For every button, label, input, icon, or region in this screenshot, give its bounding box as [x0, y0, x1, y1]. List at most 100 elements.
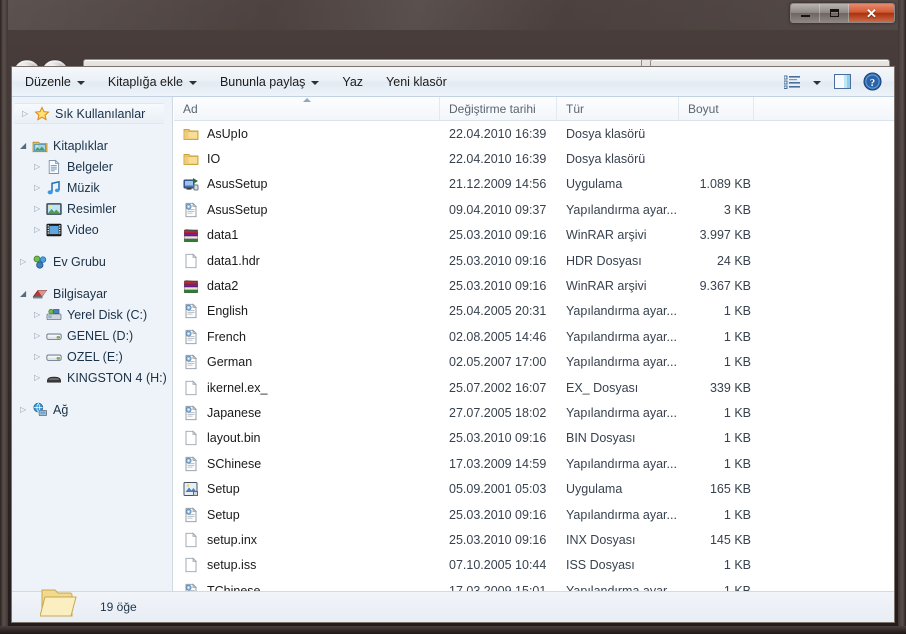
file-size-cell: 3.997 KB — [699, 228, 751, 243]
chevron-right-icon[interactable]: ▷ — [34, 310, 44, 319]
chevron-right-icon[interactable]: ▷ — [34, 331, 44, 340]
chevron-right-icon[interactable]: ▷ — [34, 225, 44, 234]
chevron-right-icon[interactable]: ▷ — [34, 183, 44, 192]
folder-icon — [183, 126, 199, 142]
file-type-cell: Yapılandırma ayar... — [566, 456, 677, 471]
sidebar-item-kitapl-klar[interactable]: ◢ Kitaplıklar — [12, 135, 172, 156]
file-name-cell: Setup — [174, 506, 440, 523]
sidebar-item-a[interactable]: ▷ Ağ — [12, 399, 172, 420]
help-button[interactable]: ? — [858, 70, 886, 94]
file-list-row[interactable]: ikernel.ex_ 25.07.2002 16:07 EX_ Dosyası 33… — [174, 375, 894, 400]
sidebar-item-m-zik[interactable]: ▷ Müzik — [12, 177, 172, 198]
file-list-row[interactable]: setup.inx 25.03.2010 09:16 INX Dosyası 145 … — [174, 527, 894, 552]
file-list-row[interactable]: AsusSetup 09.04.2010 09:37 Yapılandırma ay… — [174, 197, 894, 222]
toolbar-label: Yeni klasör — [386, 74, 447, 89]
file-date-cell: 25.03.2010 09:16 — [449, 507, 547, 522]
sidebar-item-s-k-kullan-lanlar[interactable]: ▷ Sık Kullanılanlar — [14, 103, 164, 124]
file-date-cell: 02.05.2007 17:00 — [449, 355, 547, 370]
chevron-right-icon[interactable]: ▷ — [34, 204, 44, 213]
file-list-row[interactable]: Japanese 27.07.2005 18:02 Yapılandırma aya… — [174, 400, 894, 425]
sidebar-item-bilgisayar[interactable]: ◢ Bilgisayar — [12, 283, 172, 304]
file-list-row[interactable]: IO 22.04.2010 16:39 Dosya klasörü — [174, 146, 894, 171]
column-header-date-modified[interactable]: Değiştirme tarihi — [440, 97, 557, 120]
sidebar-item-ozel-e[interactable]: ▷ OZEL (E:) — [12, 346, 172, 367]
explorer-client-area: Düzenle Kitaplığa ekle Bununla paylaş Ya… — [11, 66, 895, 623]
file-name-cell: French — [174, 329, 440, 345]
folder-icon — [183, 128, 199, 140]
chevron-down-icon — [76, 80, 85, 85]
toolbar-item-new-folder[interactable]: Yeni klasör — [376, 71, 457, 93]
chevron-right-icon[interactable]: ▷ — [34, 373, 44, 382]
close-button[interactable]: ✕ — [849, 4, 894, 22]
column-header-label: Boyut — [688, 101, 719, 116]
chevron-down-icon[interactable]: ◢ — [20, 289, 30, 298]
file-list-row[interactable]: setup.iss 07.10.2005 10:44 ISS Dosyası 1 KB — [174, 553, 894, 578]
view-options-button[interactable] — [778, 70, 806, 94]
file-list-row[interactable]: Setup 25.03.2010 09:16 Yapılandırma ayar..… — [174, 502, 894, 527]
column-header-label: Ad — [183, 101, 198, 116]
file-name-cell: Setup — [174, 481, 440, 497]
column-header-size[interactable]: Boyut — [679, 97, 754, 120]
preview-pane-button[interactable] — [828, 70, 856, 94]
sidebar-item-kingston-4-h[interactable]: ▷ KINGSTON 4 (H:) — [12, 367, 172, 388]
column-header-type[interactable]: Tür — [557, 97, 679, 120]
chevron-right-icon[interactable]: ▷ — [34, 162, 44, 171]
column-header-name[interactable]: Ad — [174, 97, 440, 120]
sidebar-item-label: OZEL (E:) — [67, 349, 123, 364]
toolbar-item-include-in-library[interactable]: Kitaplığa ekle — [98, 71, 207, 93]
navigation-pane[interactable]: ▷ Sık Kullanılanlar ◢ Kitaplıklar ▷ Belgeler ▷… — [12, 97, 173, 593]
file-type-cell: Uygulama — [566, 177, 623, 192]
minimize-button[interactable] — [791, 4, 820, 22]
file-size-cell: 1 KB — [723, 304, 751, 319]
chevron-right-icon[interactable]: ▷ — [34, 352, 44, 361]
chevron-right-icon[interactable]: ▷ — [20, 257, 30, 266]
open-folder-icon — [40, 584, 84, 622]
maximize-button[interactable] — [820, 4, 849, 22]
documents-icon — [46, 159, 63, 175]
file-list-row[interactable]: German 02.05.2007 17:00 Yapılandırma ayar.… — [174, 350, 894, 375]
sidebar-item-yerel-disk-c[interactable]: ▷ Yerel Disk (C:) — [12, 304, 172, 325]
help-icon: ? — [862, 72, 882, 91]
file-list-row[interactable]: data2 25.03.2010 09:16 WinRAR arşivi 9.367 … — [174, 273, 894, 298]
column-header-filler — [754, 97, 894, 120]
file-list-row[interactable]: data1.hdr 25.03.2010 09:16 HDR Dosyası 24 K… — [174, 248, 894, 273]
file-list-row[interactable]: Setup 05.09.2001 05:03 Uygulama 165 KB — [174, 476, 894, 501]
navigation-bar: ◀ ▶ ▸ V7.18.03 ▸ ⚲ — [0, 26, 906, 86]
toolbar-item-burn[interactable]: Yaz — [332, 71, 373, 93]
column-header-row: Ad Değiştirme tarihi Tür Boyut — [174, 97, 894, 121]
winrar-icon — [184, 280, 198, 293]
pictures-icon — [46, 202, 62, 215]
sidebar-item-genel-d[interactable]: ▷ GENEL (D:) — [12, 325, 172, 346]
file-list-pane[interactable]: Ad Değiştirme tarihi Tür Boyut AsUpIo 22.… — [174, 97, 894, 598]
file-name-cell: setup.iss — [174, 557, 440, 573]
file-list-row[interactable]: data1 25.03.2010 09:16 WinRAR arşivi 3.997 … — [174, 223, 894, 248]
file-date-cell: 22.04.2010 16:39 — [449, 152, 547, 167]
chevron-right-icon[interactable]: ▷ — [20, 405, 30, 414]
window-frame-left — [0, 0, 8, 634]
file-type-cell: Yapılandırma ayar... — [566, 355, 677, 370]
sidebar-item-video[interactable]: ▷ Video — [12, 219, 172, 240]
file-name-label: Japanese — [207, 405, 262, 420]
drive-icon — [46, 333, 62, 340]
chevron-right-icon[interactable]: ▷ — [22, 109, 32, 118]
maximize-icon — [829, 9, 839, 17]
file-type-cell: EX_ Dosyası — [566, 380, 639, 395]
toolbar-item-share-with[interactable]: Bununla paylaş — [210, 71, 329, 93]
file-list-row[interactable]: layout.bin 25.03.2010 09:16 BIN Dosyası 1 K… — [174, 426, 894, 451]
sidebar-item-ev-grubu[interactable]: ▷ Ev Grubu — [12, 251, 172, 272]
chevron-down-icon[interactable]: ◢ — [20, 141, 30, 150]
sidebar-item-resimler[interactable]: ▷ Resimler — [12, 198, 172, 219]
sidebar-item-belgeler[interactable]: ▷ Belgeler — [12, 156, 172, 177]
toolbar-item-organize[interactable]: Düzenle — [15, 71, 95, 93]
file-list-row[interactable]: SChinese 17.03.2009 14:59 Yapılandırma aya… — [174, 451, 894, 476]
libraries-icon — [32, 141, 48, 152]
file-name-cell: AsusSetup — [174, 176, 440, 192]
file-name-cell: data1 — [174, 227, 440, 243]
view-options-caret-button[interactable] — [808, 70, 826, 94]
file-list-row[interactable]: AsUpIo 22.04.2010 16:39 Dosya klasörü — [174, 121, 894, 146]
file-list-row[interactable]: English 25.04.2005 20:31 Yapılandırma ayar… — [174, 299, 894, 324]
file-list-row[interactable]: French 02.08.2005 14:46 Yapılandırma ayar.… — [174, 324, 894, 349]
file-list-row[interactable]: AsusSetup 21.12.2009 14:56 Uygulama 1.089 K… — [174, 172, 894, 197]
navpane-group-spacer — [12, 388, 172, 399]
file-date-cell: 09.04.2010 09:37 — [449, 202, 547, 217]
